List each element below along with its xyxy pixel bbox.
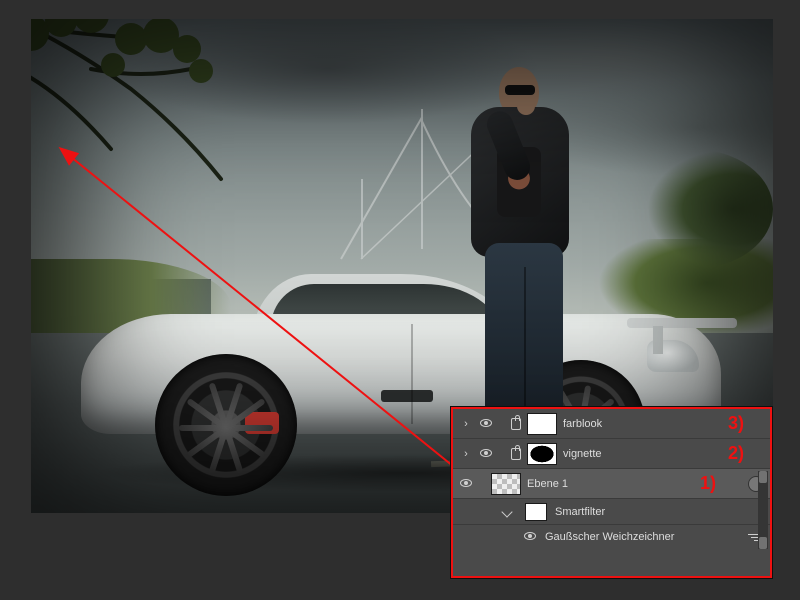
smartfilter-label: Smartfilter [555, 506, 605, 518]
layers-panel[interactable]: › farblook 3) › vignette 2) Ebene 1 1) S… [451, 407, 772, 578]
eye-icon [460, 479, 472, 487]
link-icon[interactable] [511, 448, 521, 460]
visibility-toggle[interactable] [523, 531, 537, 543]
eye-icon [480, 449, 492, 457]
filter-item-row[interactable]: Gaußscher Weichzeichner [453, 525, 770, 549]
link-icon[interactable] [511, 418, 521, 430]
annotation-number: 2) [728, 443, 744, 464]
layer-thumb[interactable] [491, 473, 521, 495]
photo-trees [613, 149, 773, 269]
annotation-number: 3) [728, 413, 744, 434]
eye-icon [480, 419, 492, 427]
layer-mask-thumb[interactable] [527, 413, 557, 435]
layer-row-vignette[interactable]: › vignette 2) [453, 439, 770, 469]
layer-row-ebene1[interactable]: Ebene 1 1) [453, 469, 770, 499]
layer-mask-thumb[interactable] [527, 443, 557, 465]
visibility-toggle[interactable] [479, 418, 493, 430]
smartfilter-row[interactable]: Smartfilter [453, 499, 770, 525]
annotation-number: 1) [700, 473, 716, 494]
visibility-toggle[interactable] [459, 478, 473, 490]
chevron-down-icon[interactable] [501, 506, 512, 517]
filter-name[interactable]: Gaußscher Weichzeichner [545, 531, 674, 543]
visibility-toggle[interactable] [479, 448, 493, 460]
scrollbar[interactable] [758, 471, 768, 549]
photo-branches [31, 19, 301, 259]
filter-mask-thumb[interactable] [525, 503, 547, 521]
layer-row-farblook[interactable]: › farblook 3) [453, 409, 770, 439]
expand-toggle[interactable]: › [459, 448, 473, 460]
eye-icon [524, 532, 536, 540]
expand-toggle[interactable]: › [459, 418, 473, 430]
